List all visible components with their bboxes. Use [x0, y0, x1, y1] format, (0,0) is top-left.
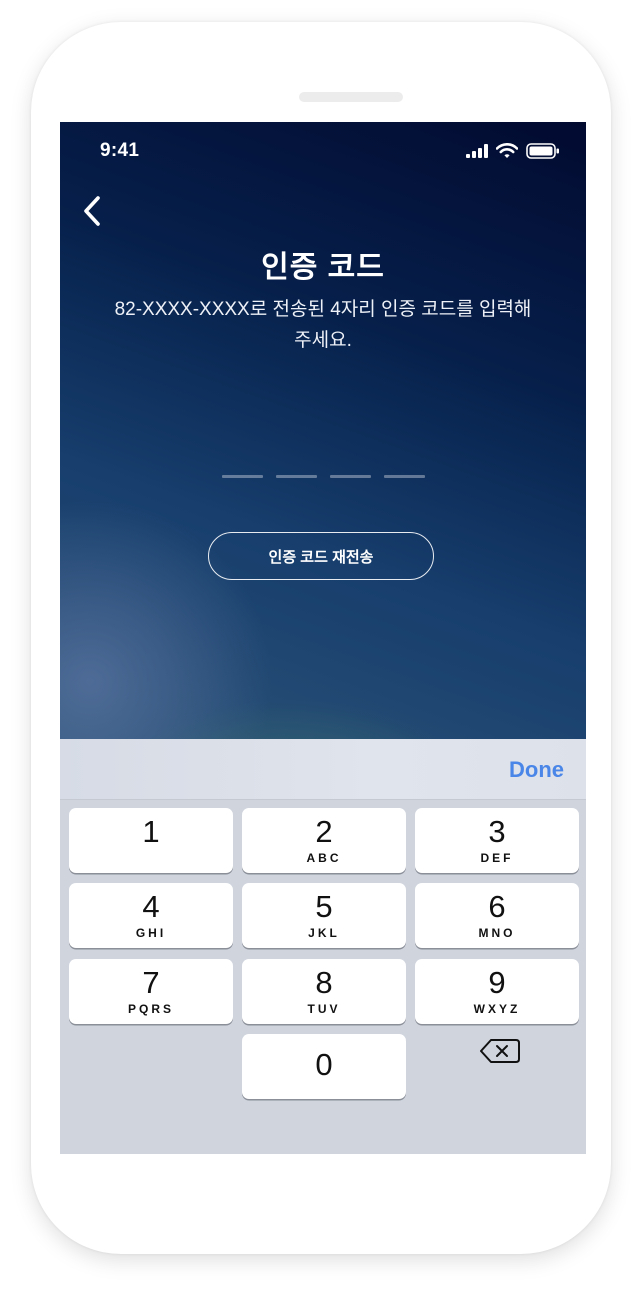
code-slot [330, 475, 371, 478]
keyboard-toolbar: Done [60, 739, 586, 800]
key-digit: 6 [488, 889, 506, 924]
key-letters: JKL [308, 926, 340, 940]
phone-screen: 9:41 인증 코드 82-XXXX-XXXX로 전송된 4자리 인증 코드를 … [60, 122, 586, 1154]
code-slot [384, 475, 425, 478]
key-digit: 4 [142, 889, 160, 924]
key-letters: MNO [478, 926, 516, 940]
key-letters: ABC [306, 851, 342, 865]
key-4[interactable]: 4 GHI [69, 883, 233, 948]
key-0[interactable]: 0 [242, 1034, 406, 1099]
key-2[interactable]: 2 ABC [242, 808, 406, 873]
key-letters: WXYZ [473, 1002, 521, 1016]
key-digit: 0 [315, 1047, 333, 1082]
key-digit: 9 [488, 965, 506, 1000]
back-chevron-icon [84, 196, 100, 226]
key-digit: 3 [488, 814, 506, 849]
status-icons [466, 142, 560, 160]
key-letters: DEF [480, 851, 514, 865]
key-letters: PQRS [127, 1002, 174, 1016]
battery-icon [526, 143, 559, 159]
key-1[interactable]: 1 [69, 808, 233, 873]
key-6[interactable]: 6 MNO [415, 883, 579, 948]
done-button[interactable]: Done [509, 757, 564, 783]
backspace-button[interactable] [478, 1036, 522, 1066]
code-slot [276, 475, 317, 478]
key-8[interactable]: 8 TUV [242, 959, 406, 1024]
key-digit: 2 [315, 814, 333, 849]
key-letters: GHI [135, 926, 167, 940]
back-button[interactable] [78, 194, 106, 228]
key-digit: 1 [142, 814, 160, 849]
page-title: 인증 코드 [261, 251, 385, 284]
key-3[interactable]: 3 DEF [415, 808, 579, 873]
key-letters: TUV [307, 1002, 341, 1016]
code-slot [222, 475, 263, 478]
key-7[interactable]: 7 PQRS [69, 959, 233, 1024]
code-input[interactable] [222, 475, 426, 479]
screen-background [60, 122, 586, 740]
signal-bars-icon [466, 144, 488, 158]
backspace-icon [480, 1039, 520, 1063]
key-digit: 8 [315, 965, 333, 1000]
status-time: 9:41 [100, 140, 140, 161]
key-digit: 5 [315, 889, 333, 924]
key-5[interactable]: 5 JKL [242, 883, 406, 948]
wifi-icon [496, 143, 518, 158]
speaker-grill [299, 92, 403, 102]
key-digit: 7 [142, 965, 160, 1000]
page-subtitle: 82-XXXX-XXXX로 전송된 4자리 인증 코드를 입력해 주세요. [114, 299, 532, 351]
key-9[interactable]: 9 WXYZ [415, 959, 579, 1024]
resend-code-button[interactable]: 인증 코드 재전송 [208, 532, 434, 580]
